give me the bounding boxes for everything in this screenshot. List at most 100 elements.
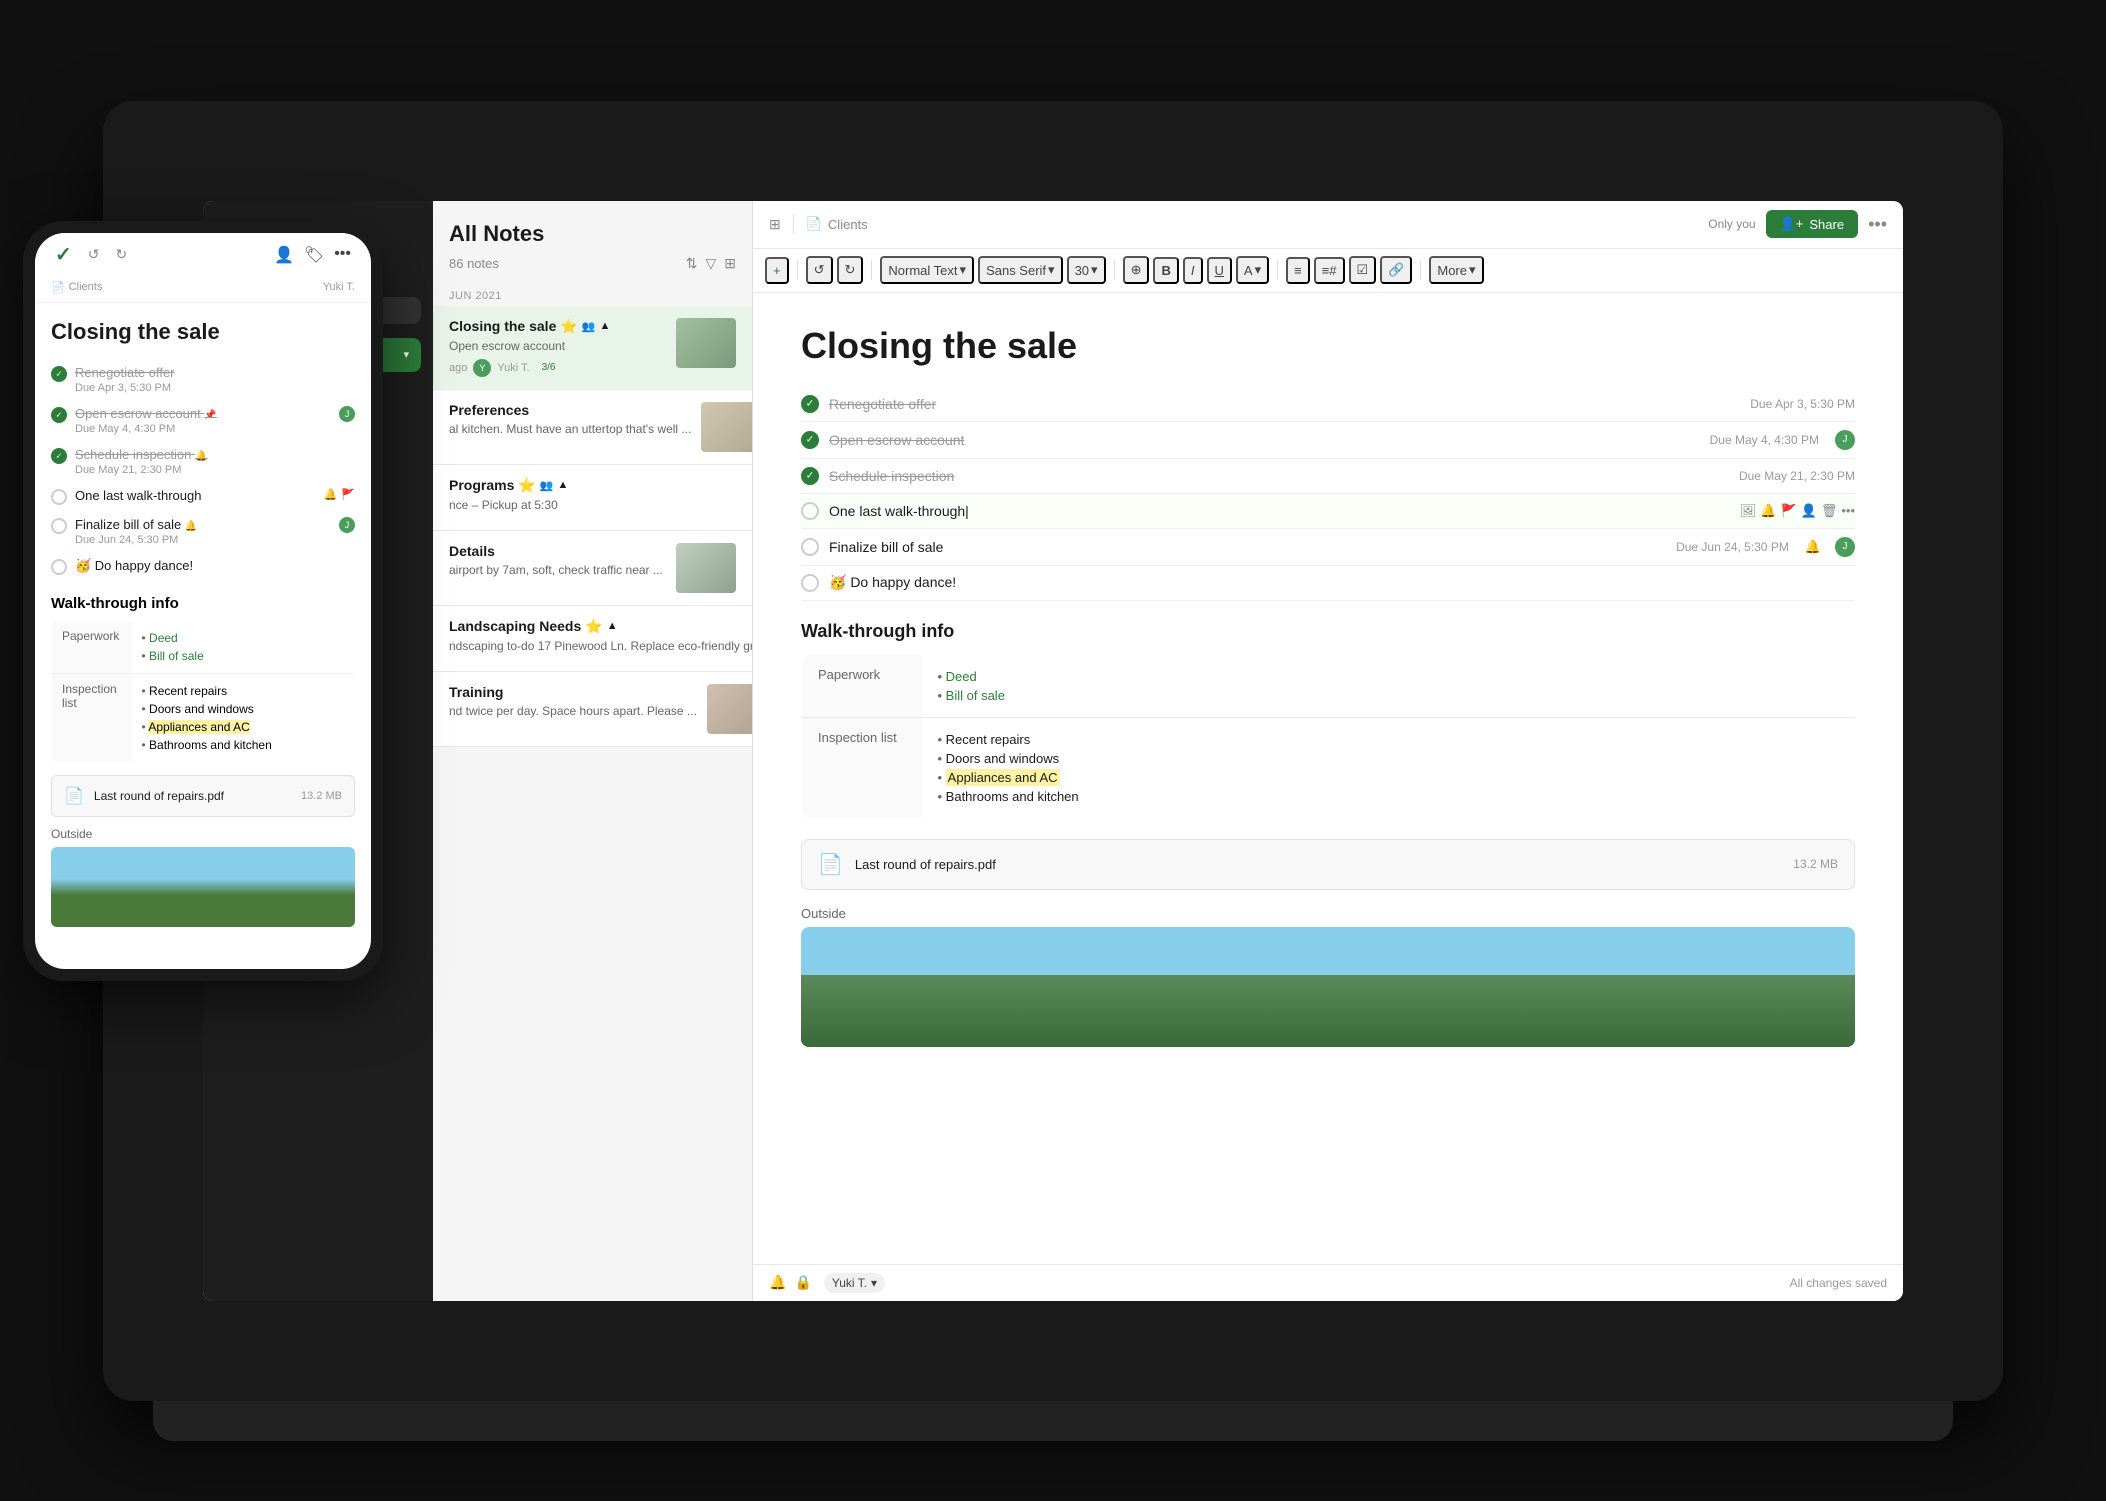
- more-label: More: [1437, 263, 1467, 278]
- table-row-inspection: Inspection list Recent repairs Doors and…: [802, 717, 1855, 818]
- bill-of-sale-link[interactable]: Bill of sale: [946, 688, 1005, 703]
- highlight-text: Appliances and AC: [148, 720, 249, 734]
- deed-link[interactable]: Deed: [149, 631, 178, 645]
- note-user: Yuki T.: [497, 362, 529, 374]
- document-icon: 📄: [51, 281, 65, 294]
- underline-button[interactable]: U: [1207, 257, 1232, 284]
- chevron-icon: ▾: [1469, 262, 1476, 278]
- note-preview: al kitchen. Must have an uttertop that's…: [449, 422, 691, 436]
- notes-title: All Notes: [449, 221, 736, 247]
- more-icon[interactable]: •••: [1841, 503, 1855, 519]
- style-dropdown[interactable]: Normal Text ▾: [880, 256, 974, 284]
- note-time: ago: [449, 362, 467, 374]
- redo-icon[interactable]: ↻: [116, 246, 128, 263]
- task-text: 🥳 Do happy dance!: [829, 574, 1855, 591]
- phone-task-bill[interactable]: Finalize bill of sale 🔔 Due Jun 24, 5:30…: [51, 511, 355, 552]
- phone-task-inspection[interactable]: Schedule inspection 🔔 Due May 21, 2:30 P…: [51, 441, 355, 482]
- phone-frame: ✓ ↺ ↻ 👤 🏷 ••• 📄 Clients Yuki T.: [23, 221, 383, 981]
- task-escrow[interactable]: Open escrow account Due May 4, 4:30 PM J: [801, 422, 1855, 459]
- phone-task-renegotiate[interactable]: Renegotiate offer Due Apr 3, 5:30 PM: [51, 359, 355, 400]
- notes-tools: ⇅ ▽ ⊞: [686, 255, 736, 272]
- tag-icon[interactable]: 🏷: [304, 245, 324, 265]
- note-preview: nd twice per day. Space hours apart. Ple…: [449, 704, 697, 718]
- check-icon[interactable]: [801, 431, 819, 449]
- share-icon: 👤+: [1780, 216, 1804, 232]
- phone-statusbar: ✓ ↺ ↻ 👤 🏷 •••: [35, 233, 371, 277]
- add-content-button[interactable]: ⊕: [1123, 256, 1150, 284]
- note-item-closing-sale[interactable]: Closing the sale ⭐ 👥 ▲ Open escrow accou…: [433, 306, 752, 390]
- due-date: Due May 21, 2:30 PM: [1739, 469, 1855, 483]
- size-dropdown[interactable]: 30 ▾: [1067, 256, 1106, 284]
- check-icon[interactable]: [801, 467, 819, 485]
- task-renegotiate[interactable]: Renegotiate offer Due Apr 3, 5:30 PM: [801, 387, 1855, 422]
- note-item-training[interactable]: Training nd twice per day. Space hours a…: [433, 672, 752, 747]
- check-icon[interactable]: [801, 395, 819, 413]
- check-icon[interactable]: [51, 518, 67, 534]
- layout-icon[interactable]: ⊞: [724, 255, 736, 272]
- check-icon[interactable]: [51, 559, 67, 575]
- phone-topbar: 📄 Clients Yuki T.: [35, 277, 371, 303]
- sort-icon[interactable]: ⇅: [686, 255, 698, 272]
- list-button[interactable]: ≡: [1286, 257, 1310, 284]
- color-button[interactable]: A ▾: [1236, 256, 1269, 284]
- bill-link[interactable]: Bill of sale: [149, 649, 204, 663]
- attachment[interactable]: 📄 Last round of repairs.pdf 13.2 MB: [801, 839, 1855, 890]
- add-button[interactable]: +: [765, 257, 789, 284]
- outside-section: Outside: [801, 906, 1855, 1047]
- italic-button[interactable]: I: [1183, 257, 1203, 284]
- more-icon[interactable]: •••: [334, 245, 351, 265]
- task-walkthrough[interactable]: One last walk-through| 🖼 🔔 🚩 👤 🗑 •••: [801, 494, 1855, 529]
- bold-button[interactable]: B: [1153, 257, 1178, 284]
- note-title-text: Details: [449, 543, 495, 559]
- task-dance[interactable]: 🥳 Do happy dance!: [801, 566, 1855, 601]
- check-icon[interactable]: [801, 574, 819, 592]
- note-item-details[interactable]: Details airport by 7am, soft, check traf…: [433, 531, 752, 606]
- numlist-button[interactable]: ≡#: [1314, 257, 1345, 284]
- check-icon[interactable]: [801, 502, 819, 520]
- bell-icon[interactable]: 🔔: [769, 1274, 786, 1291]
- more-dropdown[interactable]: More ▾: [1429, 256, 1483, 284]
- flag-icon[interactable]: 🚩: [1780, 503, 1796, 519]
- user-icon[interactable]: 👤: [1801, 503, 1817, 519]
- image-icon[interactable]: 🖼: [1740, 503, 1757, 519]
- paperwork-value: Deed Bill of sale: [922, 654, 1855, 717]
- deed-link[interactable]: Deed: [946, 669, 977, 684]
- check-icon[interactable]: [51, 366, 67, 382]
- more-button[interactable]: •••: [1868, 214, 1887, 235]
- share-button[interactable]: 👤+ Share: [1766, 210, 1858, 238]
- font-dropdown[interactable]: Sans Serif ▾: [978, 256, 1063, 284]
- task-inspection[interactable]: Schedule inspection Due May 21, 2:30 PM: [801, 459, 1855, 494]
- phone-task-walkthrough[interactable]: One last walk-through 🔔 🚩: [51, 482, 355, 511]
- note-thumbnail: [707, 684, 753, 734]
- due-date: Due May 4, 4:30 PM: [1710, 433, 1819, 447]
- delete-icon[interactable]: 🗑: [1821, 503, 1838, 519]
- check-icon[interactable]: [801, 538, 819, 556]
- check-icon[interactable]: [51, 448, 67, 464]
- task-text: Renegotiate offer: [829, 396, 1740, 412]
- due-date: Due May 21, 2:30 PM: [75, 464, 355, 476]
- task-bill[interactable]: Finalize bill of sale Due Jun 24, 5:30 P…: [801, 529, 1855, 566]
- check-icon[interactable]: [51, 407, 67, 423]
- undo-icon[interactable]: ↺: [88, 246, 100, 263]
- lock-icon[interactable]: 🔒: [794, 1274, 811, 1291]
- link-button[interactable]: 🔗: [1380, 256, 1412, 284]
- phone-task-escrow[interactable]: Open escrow account 📌 Due May 4, 4:30 PM…: [51, 400, 355, 441]
- settings-icon[interactable]: ⊞: [769, 216, 781, 233]
- separator: [1277, 260, 1278, 280]
- note-item-preferences[interactable]: Preferences al kitchen. Must have an utt…: [433, 390, 752, 465]
- check-icon: ✓: [55, 242, 72, 267]
- filter-icon[interactable]: ▽: [705, 255, 716, 272]
- note-item-programs[interactable]: Programs ⭐ 👥 ▲ nce – Pickup at 5:30: [433, 465, 752, 531]
- note-item-landscaping[interactable]: Landscaping Needs ⭐ ▲ ndscaping to-do 17…: [433, 606, 752, 672]
- phone-attachment[interactable]: 📄 Last round of repairs.pdf 13.2 MB: [51, 775, 355, 817]
- check-icon[interactable]: [51, 489, 67, 505]
- chevron-icon: ▾: [1091, 262, 1098, 278]
- redo-button[interactable]: ↻: [837, 256, 864, 284]
- undo-button[interactable]: ↺: [806, 256, 833, 284]
- font-label: Sans Serif: [986, 263, 1046, 278]
- checklist-button[interactable]: ☑: [1349, 256, 1377, 284]
- bell-icon[interactable]: 🔔: [1760, 503, 1776, 519]
- phone-task-dance[interactable]: 🥳 Do happy dance!: [51, 552, 355, 581]
- person-icon[interactable]: 👤: [274, 245, 294, 265]
- user-selector[interactable]: Yuki T. ▾: [824, 1273, 885, 1293]
